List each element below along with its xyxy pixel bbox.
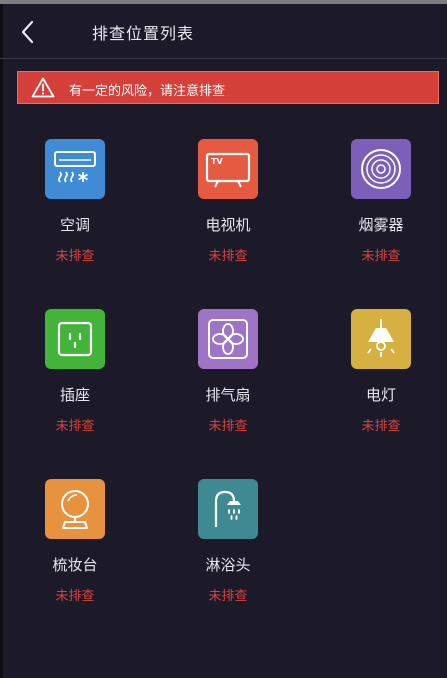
tile-smoke-detector[interactable]: [351, 139, 411, 199]
status-badge: 未排查: [361, 249, 401, 264]
socket-icon: [45, 309, 105, 369]
header-bar: 排查位置列表: [0, 4, 447, 59]
item-smoke-detector[interactable]: 烟雾器 未排查: [321, 139, 441, 279]
tile-air-conditioner[interactable]: [45, 139, 105, 199]
item-shower[interactable]: 淋浴头 未排查: [168, 479, 288, 619]
svg-text:TV: TV: [211, 157, 223, 166]
item-air-conditioner[interactable]: 空调 未排查: [15, 139, 135, 279]
status-badge: 未排查: [55, 589, 95, 604]
tile-tv[interactable]: TV: [198, 139, 258, 199]
status-badge: 未排查: [55, 419, 95, 434]
item-exhaust-fan[interactable]: 排气扇 未排查: [168, 309, 288, 449]
status-badge: 未排查: [361, 419, 401, 434]
item-lamp[interactable]: 电灯 未排查: [321, 309, 441, 449]
tile-exhaust-fan[interactable]: [198, 309, 258, 369]
item-label: 插座: [59, 386, 90, 404]
item-label: 电灯: [365, 386, 396, 404]
page-title: 排查位置列表: [92, 24, 195, 43]
status-badge: 未排查: [208, 419, 248, 434]
item-dresser[interactable]: 梳妆台 未排查: [15, 479, 135, 619]
status-badge: 未排查: [55, 249, 95, 264]
dresser-mirror-icon: [45, 479, 105, 539]
item-label: 空调: [59, 216, 90, 234]
warning-text: 有一定的风险，请注意排查: [69, 84, 226, 99]
status-badge: 未排查: [208, 589, 248, 604]
tile-shower[interactable]: [198, 479, 258, 539]
tv-icon: TV: [198, 139, 258, 199]
item-socket[interactable]: 插座 未排查: [15, 309, 135, 449]
tile-dresser[interactable]: [45, 479, 105, 539]
item-label: 淋浴头: [205, 556, 251, 574]
air-conditioner-icon: [45, 139, 105, 199]
status-badge: 未排查: [208, 249, 248, 264]
back-arrow-icon[interactable]: [14, 18, 42, 46]
warning-banner: 有一定的风险，请注意排查: [17, 71, 439, 104]
screen: 排查位置列表 有一定的风险，请注意排查 空调 未排查 TV 电视机 未排查 烟雾…: [0, 0, 447, 678]
shower-head-icon: [198, 479, 258, 539]
exhaust-fan-icon: [198, 309, 258, 369]
screen-edge: [0, 4, 3, 678]
item-tv[interactable]: TV 电视机 未排查: [168, 139, 288, 279]
tile-lamp[interactable]: [351, 309, 411, 369]
item-label: 烟雾器: [358, 216, 404, 234]
item-label: 电视机: [205, 216, 251, 234]
smoke-detector-icon: [351, 139, 411, 199]
tile-socket[interactable]: [45, 309, 105, 369]
item-label: 排气扇: [205, 386, 251, 404]
warning-triangle-icon: [31, 77, 55, 98]
item-label: 梳妆台: [52, 556, 98, 574]
lamp-icon: [351, 309, 411, 369]
